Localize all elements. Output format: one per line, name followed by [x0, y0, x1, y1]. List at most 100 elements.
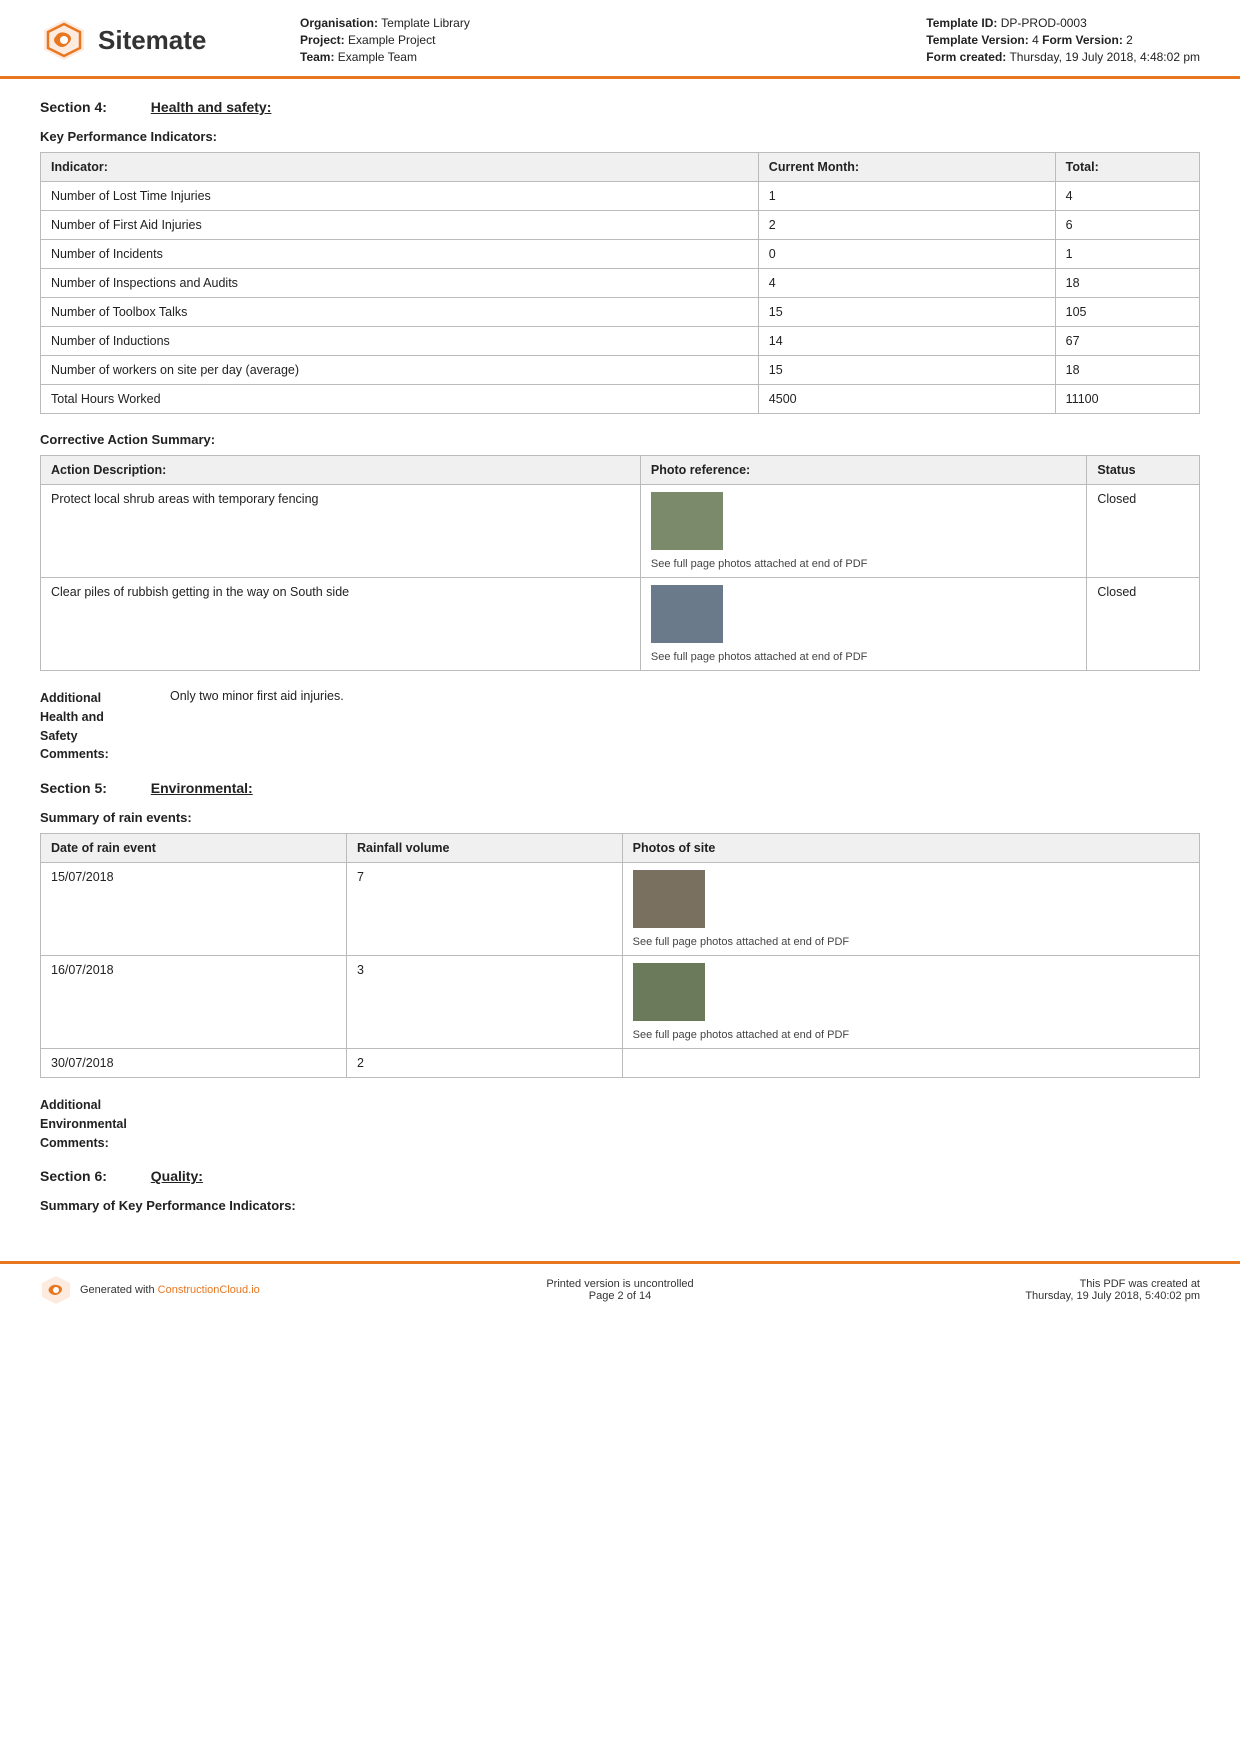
section5-title: Environmental: — [151, 780, 253, 796]
photo-caption: See full page photos attached at end of … — [651, 558, 1076, 570]
additional-env-value — [170, 1096, 1200, 1152]
table-cell: Number of First Aid Injuries — [41, 211, 759, 240]
photo-caption: See full page photos attached at end of … — [651, 651, 1076, 663]
section6-kpi-heading: Summary of Key Performance Indicators: — [40, 1198, 1200, 1213]
table-cell: 14 — [758, 327, 1055, 356]
photo-caption: See full page photos attached at end of … — [633, 936, 1189, 948]
rain-heading: Summary of rain events: — [40, 810, 1200, 825]
table-cell: Number of Inductions — [41, 327, 759, 356]
corrective-description: Protect local shrub areas with temporary… — [41, 485, 641, 578]
table-row: Number of Incidents01 — [41, 240, 1200, 269]
logo-text: Sitemate — [98, 25, 206, 56]
footer-center: Printed version is uncontrolled Page 2 o… — [320, 1278, 920, 1302]
kpi-table: Indicator: Current Month: Total: Number … — [40, 152, 1200, 414]
table-cell: 18 — [1055, 269, 1199, 298]
corrective-description: Clear piles of rubbish getting in the wa… — [41, 578, 641, 671]
table-cell: 1 — [758, 182, 1055, 211]
photo-thumbnail — [633, 870, 705, 928]
header-col-right: Template ID: DP-PROD-0003 Template Versi… — [926, 16, 1200, 64]
table-row: Number of workers on site per day (avera… — [41, 356, 1200, 385]
footer-right-line1: This PDF was created at — [920, 1278, 1200, 1290]
footer-generated-text: Generated with ConstructionCloud.io — [80, 1284, 260, 1296]
sitemate-logo-icon — [40, 16, 88, 64]
section4-heading: Section 4: Health and safety: — [40, 99, 1200, 115]
table-cell: 6 — [1055, 211, 1199, 240]
rain-volume: 2 — [347, 1049, 623, 1078]
table-cell: 0 — [758, 240, 1055, 269]
footer-center-line2: Page 2 of 14 — [320, 1290, 920, 1302]
additional-env-label: AdditionalEnvironmentalComments: — [40, 1096, 170, 1152]
table-row: Number of Inductions1467 — [41, 327, 1200, 356]
table-row: Number of Lost Time Injuries14 — [41, 182, 1200, 211]
table-cell: 4500 — [758, 385, 1055, 414]
kpi-col-current: Current Month: — [758, 153, 1055, 182]
section4-number: Section 4: — [40, 99, 107, 115]
section6-title: Quality: — [151, 1168, 203, 1184]
corrective-col-photo: Photo reference: — [640, 456, 1086, 485]
section5-heading: Section 5: Environmental: — [40, 780, 1200, 796]
footer-link[interactable]: ConstructionCloud.io — [158, 1284, 260, 1296]
template-version-field: Template Version: 4 Form Version: 2 — [926, 33, 1200, 47]
footer-center-line1: Printed version is uncontrolled — [320, 1278, 920, 1290]
table-row: 16/07/20183See full page photos attached… — [41, 956, 1200, 1049]
table-row: 30/07/20182 — [41, 1049, 1200, 1078]
additional-env-comments: AdditionalEnvironmentalComments: — [40, 1096, 1200, 1152]
table-cell: 2 — [758, 211, 1055, 240]
table-row: 15/07/20187See full page photos attached… — [41, 863, 1200, 956]
table-cell: 15 — [758, 298, 1055, 327]
corrective-status: Closed — [1087, 485, 1200, 578]
project-field: Project: Example Project — [300, 33, 470, 47]
main-content: Section 4: Health and safety: Key Perfor… — [0, 79, 1240, 1241]
kpi-heading: Key Performance Indicators: — [40, 129, 1200, 144]
footer-logo-icon — [40, 1274, 72, 1306]
table-cell: Number of Inspections and Audits — [41, 269, 759, 298]
kpi-col-total: Total: — [1055, 153, 1199, 182]
footer-right: This PDF was created at Thursday, 19 Jul… — [920, 1278, 1200, 1302]
rain-date: 30/07/2018 — [41, 1049, 347, 1078]
table-cell: Number of Toolbox Talks — [41, 298, 759, 327]
table-cell: 18 — [1055, 356, 1199, 385]
section6-heading: Section 6: Quality: — [40, 1168, 1200, 1184]
corrective-status: Closed — [1087, 578, 1200, 671]
team-field: Team: Example Team — [300, 50, 470, 64]
corrective-heading: Corrective Action Summary: — [40, 432, 1200, 447]
footer-right-line2: Thursday, 19 July 2018, 5:40:02 pm — [920, 1290, 1200, 1302]
kpi-col-indicator: Indicator: — [41, 153, 759, 182]
additional-hs-comments: AdditionalHealth andSafetyComments: Only… — [40, 689, 1200, 764]
header-col-left: Organisation: Template Library Project: … — [300, 16, 470, 64]
table-row: Number of First Aid Injuries26 — [41, 211, 1200, 240]
table-cell: 15 — [758, 356, 1055, 385]
header-meta: Organisation: Template Library Project: … — [240, 16, 1200, 64]
table-cell: 1 — [1055, 240, 1199, 269]
page-footer: Generated with ConstructionCloud.io Prin… — [0, 1261, 1240, 1316]
rain-col-photos: Photos of site — [622, 834, 1199, 863]
org-field: Organisation: Template Library — [300, 16, 470, 30]
page-header: Sitemate Organisation: Template Library … — [0, 0, 1240, 79]
rain-volume: 3 — [347, 956, 623, 1049]
photo-thumbnail — [651, 492, 723, 550]
rain-photos — [622, 1049, 1199, 1078]
section6-number: Section 6: — [40, 1168, 107, 1184]
table-cell: Number of Lost Time Injuries — [41, 182, 759, 211]
photo-thumbnail — [633, 963, 705, 1021]
rain-col-volume: Rainfall volume — [347, 834, 623, 863]
table-cell: Number of Incidents — [41, 240, 759, 269]
table-row: Protect local shrub areas with temporary… — [41, 485, 1200, 578]
rain-col-date: Date of rain event — [41, 834, 347, 863]
section4-title: Health and safety: — [151, 99, 272, 115]
footer-logo: Generated with ConstructionCloud.io — [40, 1274, 320, 1306]
photo-caption: See full page photos attached at end of … — [633, 1029, 1189, 1041]
rain-table: Date of rain event Rainfall volume Photo… — [40, 833, 1200, 1078]
table-cell: Total Hours Worked — [41, 385, 759, 414]
additional-hs-value: Only two minor first aid injuries. — [170, 689, 1200, 764]
corrective-col-desc: Action Description: — [41, 456, 641, 485]
table-row: Clear piles of rubbish getting in the wa… — [41, 578, 1200, 671]
corrective-photo: See full page photos attached at end of … — [640, 578, 1086, 671]
table-cell: 105 — [1055, 298, 1199, 327]
table-cell: 4 — [758, 269, 1055, 298]
corrective-col-status: Status — [1087, 456, 1200, 485]
table-row: Number of Toolbox Talks15105 — [41, 298, 1200, 327]
corrective-table: Action Description: Photo reference: Sta… — [40, 455, 1200, 671]
additional-hs-label: AdditionalHealth andSafetyComments: — [40, 689, 170, 764]
rain-photos: See full page photos attached at end of … — [622, 956, 1199, 1049]
